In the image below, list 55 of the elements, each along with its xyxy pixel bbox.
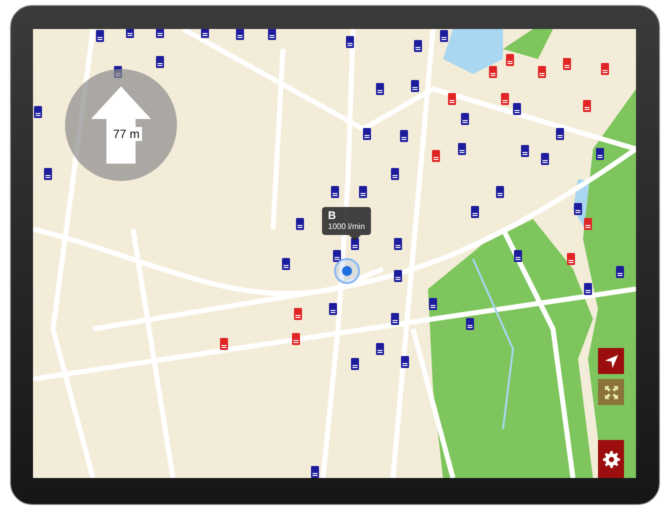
location-dot-icon <box>334 258 360 284</box>
hydrant-icon[interactable] <box>574 203 582 215</box>
callout-text: 1000 l/min <box>328 222 365 231</box>
hydrant-icon[interactable] <box>414 40 422 52</box>
hydrant-icon[interactable] <box>156 56 164 68</box>
hydrant-icon[interactable] <box>584 283 592 295</box>
hydrant-icon[interactable] <box>440 30 448 42</box>
hydrant-icon[interactable] <box>458 143 466 155</box>
hydrant-icon[interactable] <box>376 83 384 95</box>
hydrant-icon[interactable] <box>391 313 399 325</box>
hydrant-icon[interactable] <box>496 186 504 198</box>
hydrant-icon[interactable] <box>556 128 564 140</box>
hydrant-icon[interactable] <box>156 29 164 38</box>
hydrant-icon[interactable] <box>236 29 244 40</box>
hydrant-icon[interactable] <box>400 130 408 142</box>
hydrant-icon[interactable] <box>333 250 341 262</box>
hydrant-icon[interactable] <box>351 238 359 250</box>
hydrant-icon[interactable] <box>201 29 209 38</box>
locate-button[interactable] <box>598 348 624 374</box>
hydrant-icon[interactable] <box>346 36 354 48</box>
hydrant-icon[interactable] <box>471 206 479 218</box>
hydrant-icon[interactable] <box>391 168 399 180</box>
hydrant-icon[interactable] <box>44 168 52 180</box>
hydrant-icon[interactable] <box>96 30 104 42</box>
hydrant-icon[interactable] <box>429 298 437 310</box>
hydrant-icon[interactable] <box>296 218 304 230</box>
hydrant-icon[interactable] <box>513 103 521 115</box>
hydrant-icon[interactable] <box>311 466 319 478</box>
hydrant-icon[interactable] <box>359 186 367 198</box>
navigation-arrow-icon <box>604 354 618 368</box>
hydrant-icon[interactable] <box>411 80 419 92</box>
settings-icon <box>602 450 620 468</box>
expand-icon <box>604 384 618 400</box>
hydrant-icon[interactable] <box>126 29 134 38</box>
hydrant-icon[interactable] <box>596 148 604 160</box>
hydrant-icon[interactable] <box>331 186 339 198</box>
hydrant-icon[interactable] <box>514 250 522 262</box>
hydrant-icon[interactable] <box>461 113 469 125</box>
hydrant-icon[interactable] <box>329 303 337 315</box>
hydrant-icon[interactable] <box>401 356 409 368</box>
hydrant-icon[interactable] <box>34 106 42 118</box>
hydrant-icon[interactable] <box>363 128 371 140</box>
hydrant-icon[interactable] <box>394 238 402 250</box>
hydrant-icon[interactable] <box>541 153 549 165</box>
hydrant-icon[interactable] <box>282 258 290 270</box>
hydrant-icon[interactable] <box>616 266 624 278</box>
hydrant-icon[interactable] <box>268 29 276 40</box>
hydrant-icon[interactable] <box>351 358 359 370</box>
hydrant-icon[interactable] <box>394 270 402 282</box>
hydrant-icon[interactable] <box>376 343 384 355</box>
distance-label: 77 m <box>111 127 142 141</box>
settings-button[interactable] <box>598 440 624 478</box>
hydrant-icon[interactable] <box>521 145 529 157</box>
callout-title: B <box>328 210 337 222</box>
hydrant-icon[interactable] <box>466 318 474 330</box>
